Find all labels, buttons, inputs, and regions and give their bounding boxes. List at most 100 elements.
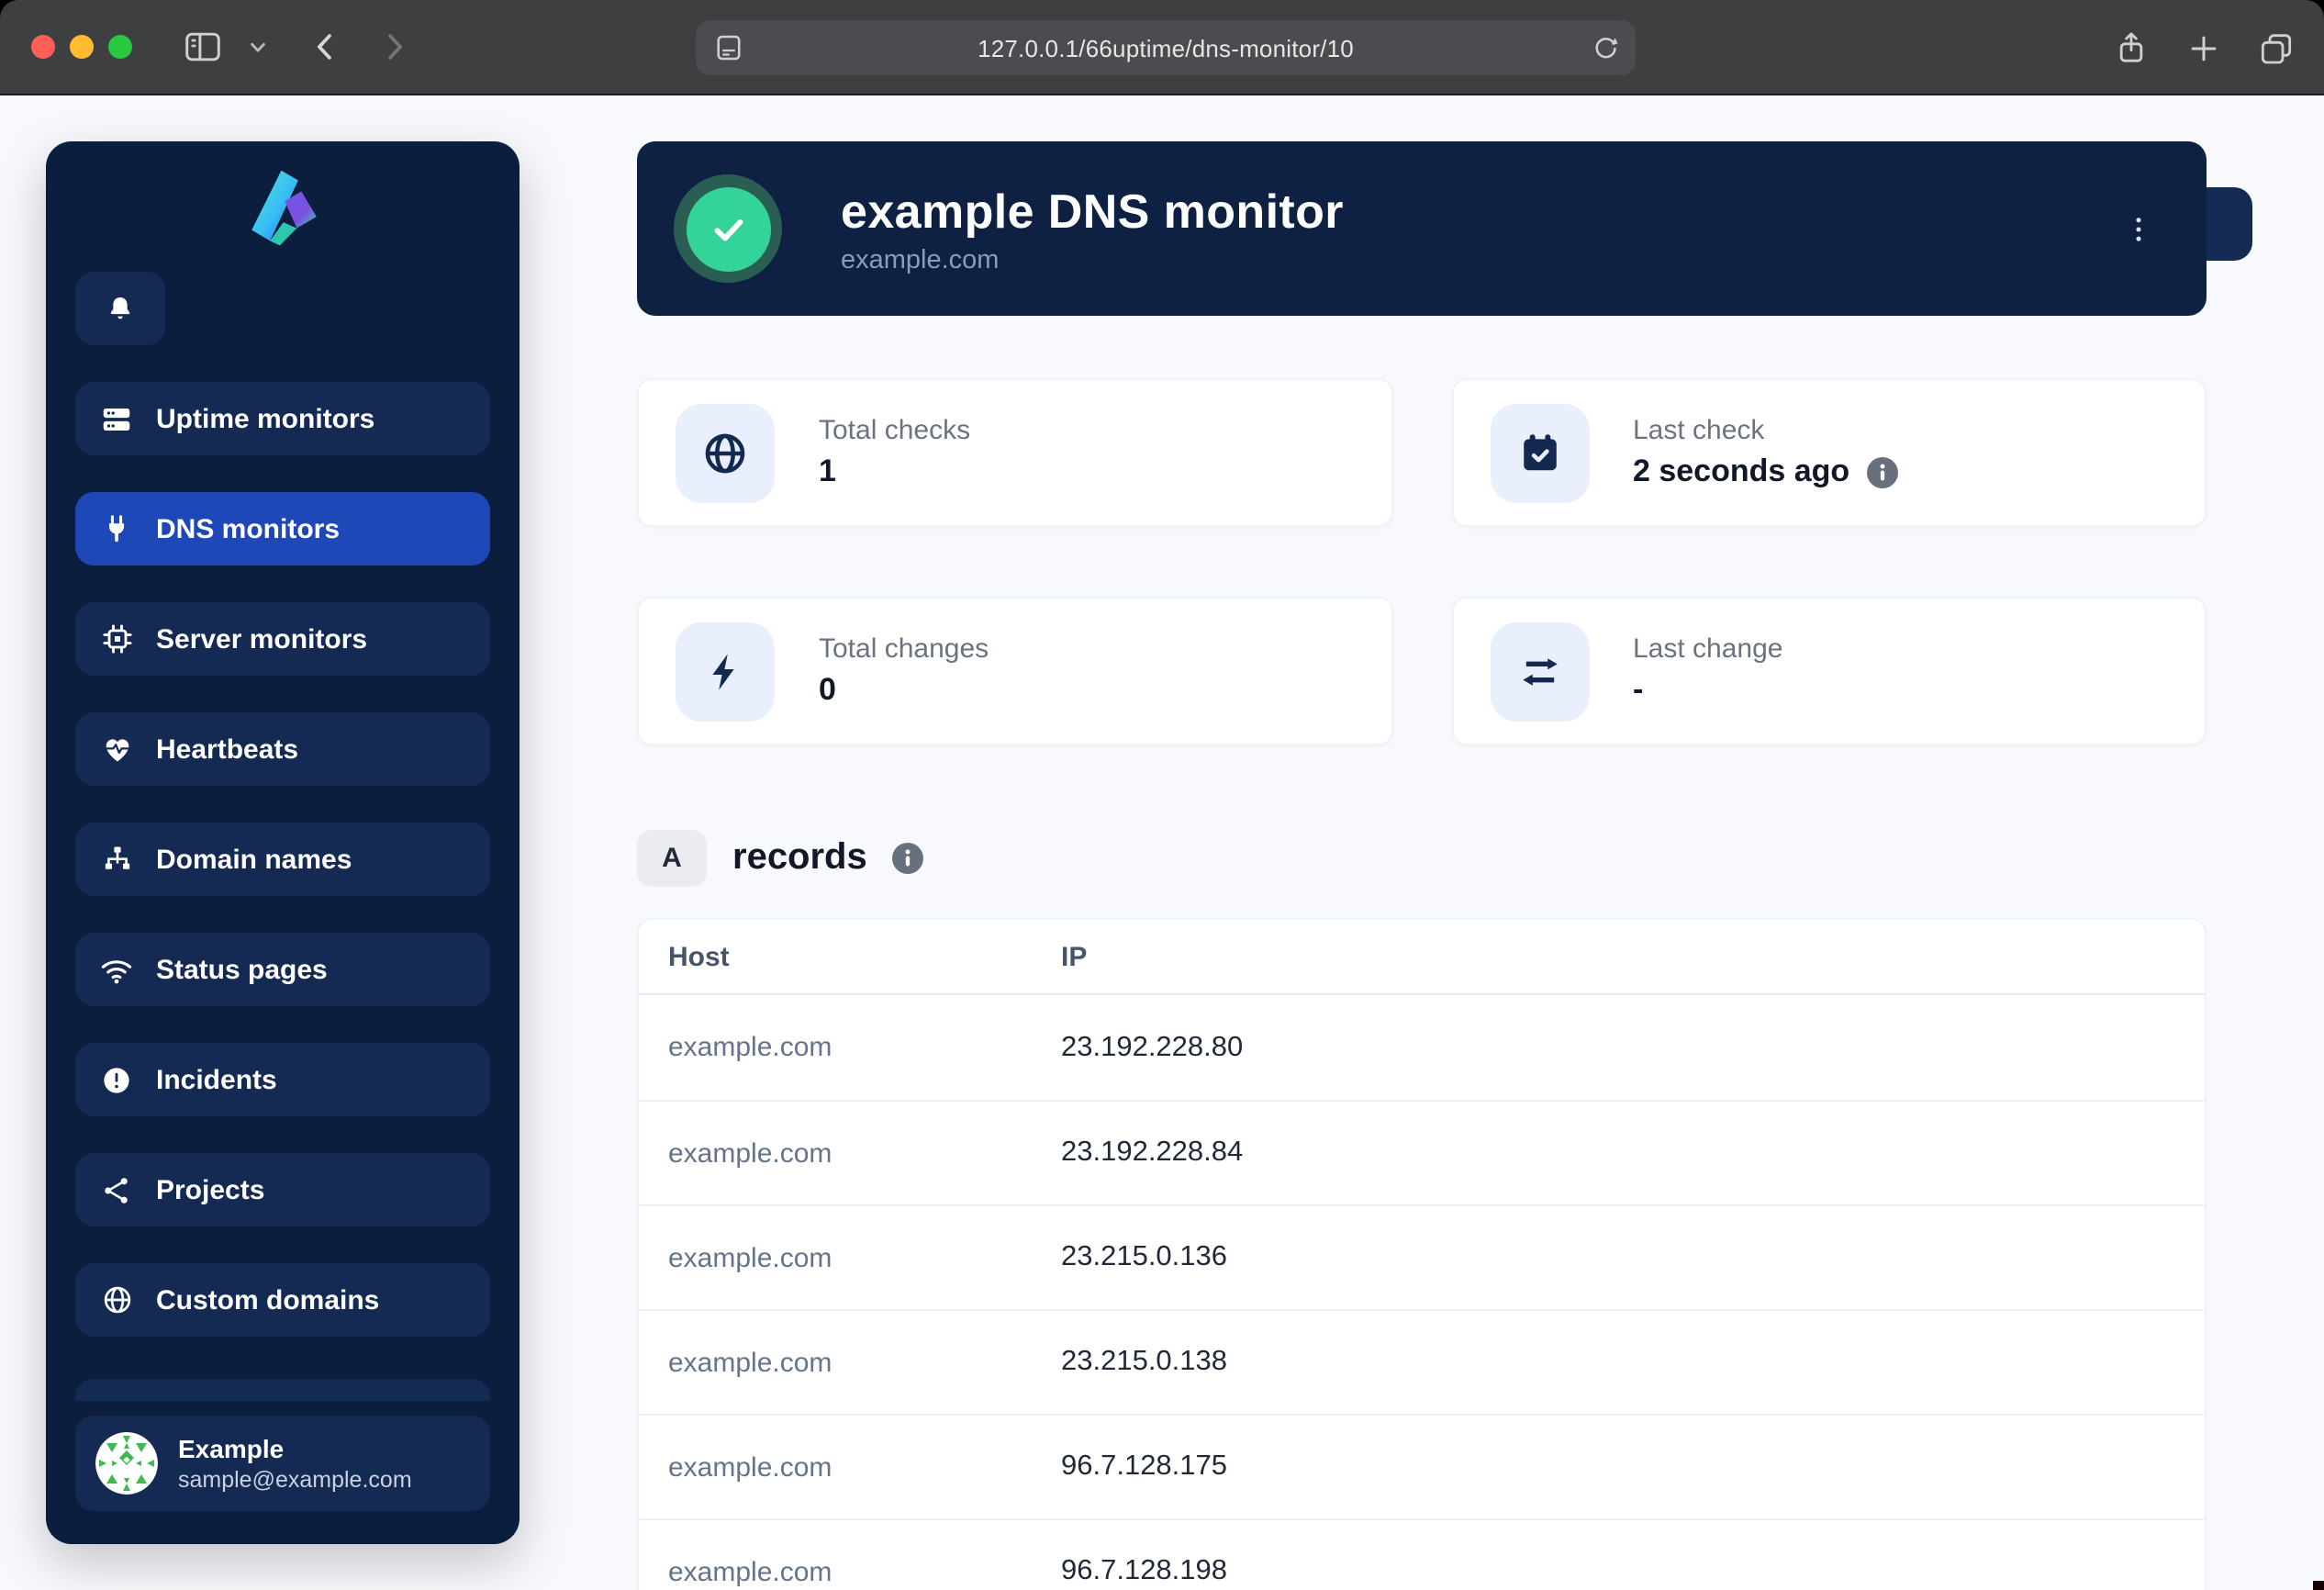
sidebar-item-status-pages[interactable]: Status pages: [75, 933, 490, 1006]
stat-label: Total checks: [819, 415, 970, 446]
record-type-badge: A: [637, 830, 707, 887]
sidebar-toggle-button[interactable]: [184, 29, 222, 64]
user-email: sample@example.com: [178, 1467, 412, 1493]
table-row: example.com 23.192.228.84: [639, 1100, 2205, 1204]
table-row: example.com 96.7.128.198: [639, 1518, 2205, 1590]
sidebar-item-label: Custom domains: [156, 1284, 379, 1316]
stat-value: -: [1633, 672, 1782, 709]
notifications-button[interactable]: [75, 272, 165, 345]
transfer-arrows-icon: [1490, 621, 1589, 721]
sidebar-item-projects[interactable]: Projects: [75, 1153, 490, 1226]
server-icon: [99, 401, 134, 436]
avatar: [95, 1432, 158, 1495]
sidebar-item-partial[interactable]: [75, 1379, 490, 1401]
plug-icon: [99, 511, 134, 546]
table-row: example.com 23.215.0.136: [639, 1204, 2205, 1309]
info-icon[interactable]: [893, 843, 924, 874]
stat-value: 1: [819, 453, 970, 490]
table-row: example.com 23.192.228.80: [639, 995, 2205, 1100]
window-controls: [31, 35, 132, 59]
sidebar-item-heartbeats[interactable]: Heartbeats: [75, 712, 490, 786]
stats-grid: Total checks 1 Last check: [637, 378, 2207, 745]
sidebar-item-label: Incidents: [156, 1064, 277, 1095]
column-header-host: Host: [668, 941, 1061, 972]
browser-window: 127.0.0.1/66uptime/dns-monitor/10: [0, 0, 2324, 1590]
address-bar[interactable]: 127.0.0.1/66uptime/dns-monitor/10: [696, 20, 1636, 75]
app-logo[interactable]: [75, 163, 490, 252]
host-cell: example.com: [668, 1556, 1061, 1587]
stat-label: Last change: [1633, 633, 1782, 665]
sidebar-item-incidents[interactable]: Incidents: [75, 1043, 490, 1116]
forward-button[interactable]: [376, 29, 411, 64]
table-row: example.com 23.215.0.138: [639, 1309, 2205, 1414]
sidebar-item-label: Projects: [156, 1174, 264, 1205]
column-header-ip: IP: [1061, 941, 2175, 972]
sidebar-item-dns-monitors[interactable]: DNS monitors: [75, 492, 490, 565]
main-content: example DNS monitor example.com: [637, 141, 2207, 1590]
status-up-badge: [674, 174, 782, 283]
sidebar-item-label: Status pages: [156, 954, 328, 985]
reload-icon: [1590, 31, 1621, 62]
ip-cell: 96.7.128.175: [1061, 1450, 2175, 1484]
globe-icon: [99, 1282, 134, 1317]
table-row: example.com 96.7.128.175: [639, 1414, 2205, 1518]
sidebar-item-label: Heartbeats: [156, 733, 298, 765]
back-button[interactable]: [308, 29, 343, 64]
close-window-button[interactable]: [31, 35, 55, 59]
calendar-check-icon: [1490, 403, 1589, 502]
sidebar: Dashboard: [46, 141, 520, 1544]
tab-group-chevron-button[interactable]: [248, 37, 268, 57]
share-icon: [2113, 29, 2150, 66]
share-nodes-icon: [99, 1172, 134, 1207]
ip-cell: 96.7.128.198: [1061, 1555, 2175, 1588]
share-button[interactable]: [2113, 29, 2150, 66]
monitor-title: example DNS monitor: [841, 183, 1344, 240]
records-title: records: [732, 837, 867, 879]
sidebar-item-label: DNS monitors: [156, 513, 340, 544]
chevron-down-icon: [248, 37, 268, 57]
records-section-header: A records: [637, 830, 2207, 887]
sitemap-icon: [99, 842, 134, 877]
records-table: Host IP example.com 23.192.228.80 exampl…: [637, 918, 2207, 1590]
screen-artifact: [2313, 1581, 2324, 1590]
sidebar-item-domain-names[interactable]: Domain names: [75, 823, 490, 896]
user-menu[interactable]: Example sample@example.com: [75, 1416, 490, 1511]
stat-last-change: Last change -: [1451, 597, 2207, 745]
host-cell: example.com: [668, 1032, 1061, 1063]
tab-overview-button[interactable]: [2258, 29, 2295, 66]
tabs-icon: [2258, 29, 2295, 66]
monitor-hostname: example.com: [841, 245, 1344, 274]
ip-cell: 23.215.0.138: [1061, 1346, 2175, 1379]
back-arrow-icon: [308, 29, 343, 64]
host-cell: example.com: [668, 1451, 1061, 1483]
sidebar-item-custom-domains[interactable]: Custom domains: [75, 1263, 490, 1337]
table-header-row: Host IP: [639, 920, 2205, 995]
monitor-header-card: example DNS monitor example.com: [637, 141, 2207, 316]
chip-icon: [99, 621, 134, 656]
new-tab-button[interactable]: [2186, 30, 2221, 65]
sidebar-item-uptime-monitors[interactable]: Uptime monitors: [75, 382, 490, 455]
sidebar-item-server-monitors[interactable]: Server monitors: [75, 602, 490, 676]
sidebar-item-label: Domain names: [156, 844, 352, 875]
page-icon: [712, 31, 745, 64]
minimize-window-button[interactable]: [70, 35, 94, 59]
ip-cell: 23.192.228.84: [1061, 1137, 2175, 1170]
wifi-icon: [99, 952, 134, 987]
ip-cell: 23.215.0.136: [1061, 1241, 2175, 1274]
stat-last-check: Last check 2 seconds ago: [1451, 378, 2207, 527]
stat-label: Total changes: [819, 633, 989, 665]
bolt-icon: [676, 621, 775, 721]
monitor-actions-button[interactable]: [2115, 203, 2162, 254]
ip-cell: 23.192.228.80: [1061, 1031, 2175, 1064]
zoom-window-button[interactable]: [108, 35, 132, 59]
reload-button[interactable]: [1590, 31, 1621, 62]
bell-icon: [105, 293, 136, 324]
kebab-icon: [2122, 210, 2155, 247]
stat-label: Last check: [1633, 415, 1897, 446]
sidebar-item-label: Uptime monitors: [156, 403, 374, 434]
user-name: Example: [178, 1435, 412, 1467]
stat-value: 0: [819, 672, 989, 709]
browser-toolbar: 127.0.0.1/66uptime/dns-monitor/10: [0, 0, 2324, 95]
host-cell: example.com: [668, 1242, 1061, 1273]
info-icon[interactable]: [1866, 456, 1897, 487]
